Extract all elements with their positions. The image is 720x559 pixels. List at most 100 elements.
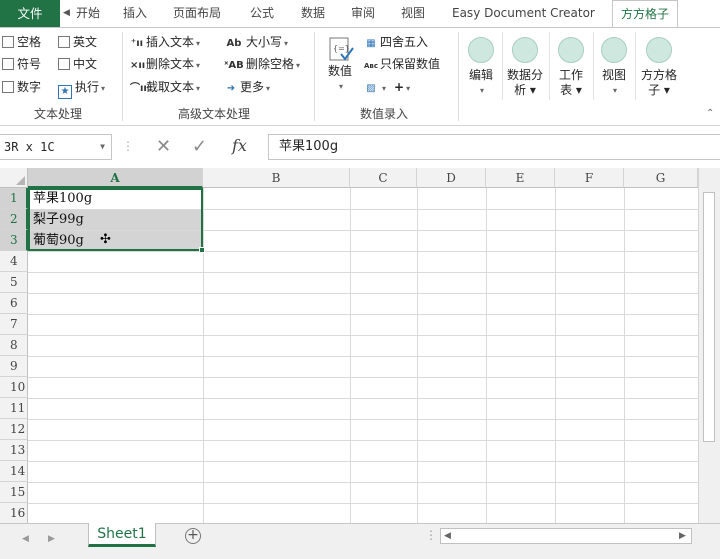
column-header-e[interactable]: E xyxy=(486,168,555,188)
tab-insert[interactable]: 插入 xyxy=(123,0,147,27)
data-analysis-icon xyxy=(512,37,538,63)
formula-bar: 3R x 1C ▼ ⋮ ✕ ✓ fx 苹果100g xyxy=(0,134,720,160)
column-header-d[interactable]: D xyxy=(417,168,486,188)
row-header-16[interactable]: 16 xyxy=(0,503,28,523)
group-divider xyxy=(314,32,315,121)
checkbox-icon xyxy=(2,58,14,70)
tab-review[interactable]: 审阅 xyxy=(351,0,375,27)
ribbon-tab-bar: 文件 ◀ 开始 插入 页面布局 公式 数据 审阅 视图 Easy Documen… xyxy=(0,0,720,28)
more-button[interactable]: ➜ 更多 ▾ xyxy=(224,77,270,97)
cell-a1[interactable]: 苹果100g xyxy=(29,189,203,209)
collapse-ribbon-icon[interactable]: ⌃ xyxy=(706,108,714,119)
row-header-6[interactable]: 6 xyxy=(0,293,28,314)
chinese-checkbox[interactable]: 中文 xyxy=(58,54,97,74)
worksheet-grid[interactable]: A B C D E F G 1 2 3 4 5 6 7 8 9 10 11 12… xyxy=(0,168,720,523)
scroll-right-icon[interactable]: ▶ xyxy=(679,529,686,543)
worksheet-button[interactable]: 工作 表 ▾ xyxy=(551,32,591,102)
tab-data[interactable]: 数据 xyxy=(301,0,325,27)
formula-input[interactable]: 苹果100g xyxy=(268,134,720,160)
cancel-icon[interactable]: ✕ xyxy=(156,136,171,157)
row-header-12[interactable]: 12 xyxy=(0,419,28,440)
space-checkbox[interactable]: 空格 xyxy=(2,32,41,52)
row-header-11[interactable]: 11 xyxy=(0,398,28,419)
vertical-scroll-thumb[interactable] xyxy=(703,192,715,442)
tab-formulas[interactable]: 公式 xyxy=(250,0,274,27)
enter-check-icon[interactable]: ✓ xyxy=(192,136,207,157)
case-button[interactable]: Ab 大小写 ▾ xyxy=(224,32,288,52)
extract-text-icon: ⌒ıı xyxy=(130,83,147,94)
gridline xyxy=(28,398,698,399)
row-header-13[interactable]: 13 xyxy=(0,440,28,461)
ribbon: 空格 英文 符号 中文 数字 ★ 执行 ▾ 文本处理 ⁺ıı 插入文本 ▾ ×ıı删除文… xyxy=(0,27,720,126)
number-checkbox[interactable]: 数字 xyxy=(2,77,41,97)
chevron-down-icon[interactable]: ▼ xyxy=(100,135,105,159)
name-box[interactable]: 3R x 1C ▼ xyxy=(0,134,112,160)
row-header-9[interactable]: 9 xyxy=(0,356,28,377)
delete-space-icon: ˣAB xyxy=(224,60,244,71)
keep-value-button[interactable]: Aвc 只保留数值 xyxy=(364,54,440,74)
extract-text-button[interactable]: ⌒ıı截取文本 ▾ xyxy=(130,77,200,97)
row-header-3[interactable]: 3 xyxy=(0,230,28,251)
button-divider xyxy=(635,32,636,100)
horizontal-scrollbar[interactable]: ◀ ▶ xyxy=(440,528,692,544)
fill-handle[interactable] xyxy=(199,247,205,253)
tab-scroll-left-icon[interactable]: ◀ xyxy=(63,0,75,27)
star-icon: ★ xyxy=(58,85,72,99)
chevron-down-icon: ▾ xyxy=(266,84,271,93)
cell-a3[interactable]: 葡萄90g xyxy=(29,231,203,251)
chevron-down-icon: ▾ xyxy=(406,84,411,93)
execute-button[interactable]: ★ 执行 ▾ xyxy=(58,77,105,99)
tab-view[interactable]: 视图 xyxy=(401,0,425,27)
gridline xyxy=(28,440,698,441)
english-checkbox[interactable]: 英文 xyxy=(58,32,97,52)
row-header-5[interactable]: 5 xyxy=(0,272,28,293)
add-sheet-icon[interactable]: + xyxy=(185,528,201,544)
fangfang-button[interactable]: 方方格 子 ▾ xyxy=(637,32,681,102)
row-header-15[interactable]: 15 xyxy=(0,482,28,503)
row-header-10[interactable]: 10 xyxy=(0,377,28,398)
checkbox-icon xyxy=(2,36,14,48)
chevron-down-icon: ▾ xyxy=(196,39,201,48)
sheet-prev-icon[interactable]: ◀ xyxy=(22,534,29,544)
data-analysis-button[interactable]: 数据分 析 ▾ xyxy=(504,32,546,102)
column-header-c[interactable]: C xyxy=(350,168,417,188)
value-button[interactable]: {=} 数值 ▾ xyxy=(320,32,360,102)
tab-home[interactable]: 开始 xyxy=(76,0,100,27)
sheet-tab-sheet1[interactable]: Sheet1 xyxy=(88,523,156,547)
column-header-f[interactable]: F xyxy=(555,168,624,188)
row-header-8[interactable]: 8 xyxy=(0,335,28,356)
column-header-b[interactable]: B xyxy=(203,168,350,188)
number-tools-button[interactable]: ▨ ▾ + ▾ xyxy=(364,77,410,97)
edit-icon xyxy=(468,37,494,63)
insert-text-button[interactable]: ⁺ıı 插入文本 ▾ xyxy=(130,32,200,52)
delete-text-button[interactable]: ×ıı删除文本 ▾ xyxy=(130,54,200,74)
button-divider xyxy=(549,32,550,100)
vertical-scrollbar[interactable] xyxy=(698,168,720,523)
row-header-7[interactable]: 7 xyxy=(0,314,28,335)
insert-function-icon[interactable]: fx xyxy=(232,136,247,155)
column-header-g[interactable]: G xyxy=(624,168,698,188)
row-header-1[interactable]: 1 xyxy=(0,188,28,209)
round-button[interactable]: ▦ 四舍五入 xyxy=(364,32,428,52)
row-header-14[interactable]: 14 xyxy=(0,461,28,482)
scroll-left-icon[interactable]: ◀ xyxy=(444,529,451,543)
tab-page-layout[interactable]: 页面布局 xyxy=(173,0,221,27)
fangfang-icon xyxy=(646,37,672,63)
tab-fangfang[interactable]: 方方格子 xyxy=(612,0,679,28)
tab-file[interactable]: 文件 xyxy=(0,0,60,27)
cell-a2[interactable]: 梨子99g xyxy=(29,210,203,230)
tab-easy-document-creator[interactable]: Easy Document Creator xyxy=(452,0,595,27)
column-header-a[interactable]: A xyxy=(28,168,203,188)
edit-button[interactable]: 编辑 ▾ xyxy=(462,32,500,102)
sheet-next-icon[interactable]: ▶ xyxy=(48,534,55,544)
scroll-grip-icon[interactable]: ⋮ xyxy=(425,528,437,542)
select-all-button[interactable] xyxy=(0,168,28,188)
delete-space-button[interactable]: ˣAB 删除空格 ▾ xyxy=(224,54,300,74)
row-header-4[interactable]: 4 xyxy=(0,251,28,272)
symbol-checkbox[interactable]: 符号 xyxy=(2,54,41,74)
formula-bar-grip-icon[interactable]: ⋮ xyxy=(122,139,134,153)
delete-text-icon: ×ıı xyxy=(130,60,146,71)
view-button[interactable]: 视图 ▾ xyxy=(595,32,633,102)
formula-bar-buttons: ✕ ✓ fx xyxy=(142,134,262,160)
row-header-2[interactable]: 2 xyxy=(0,209,28,230)
